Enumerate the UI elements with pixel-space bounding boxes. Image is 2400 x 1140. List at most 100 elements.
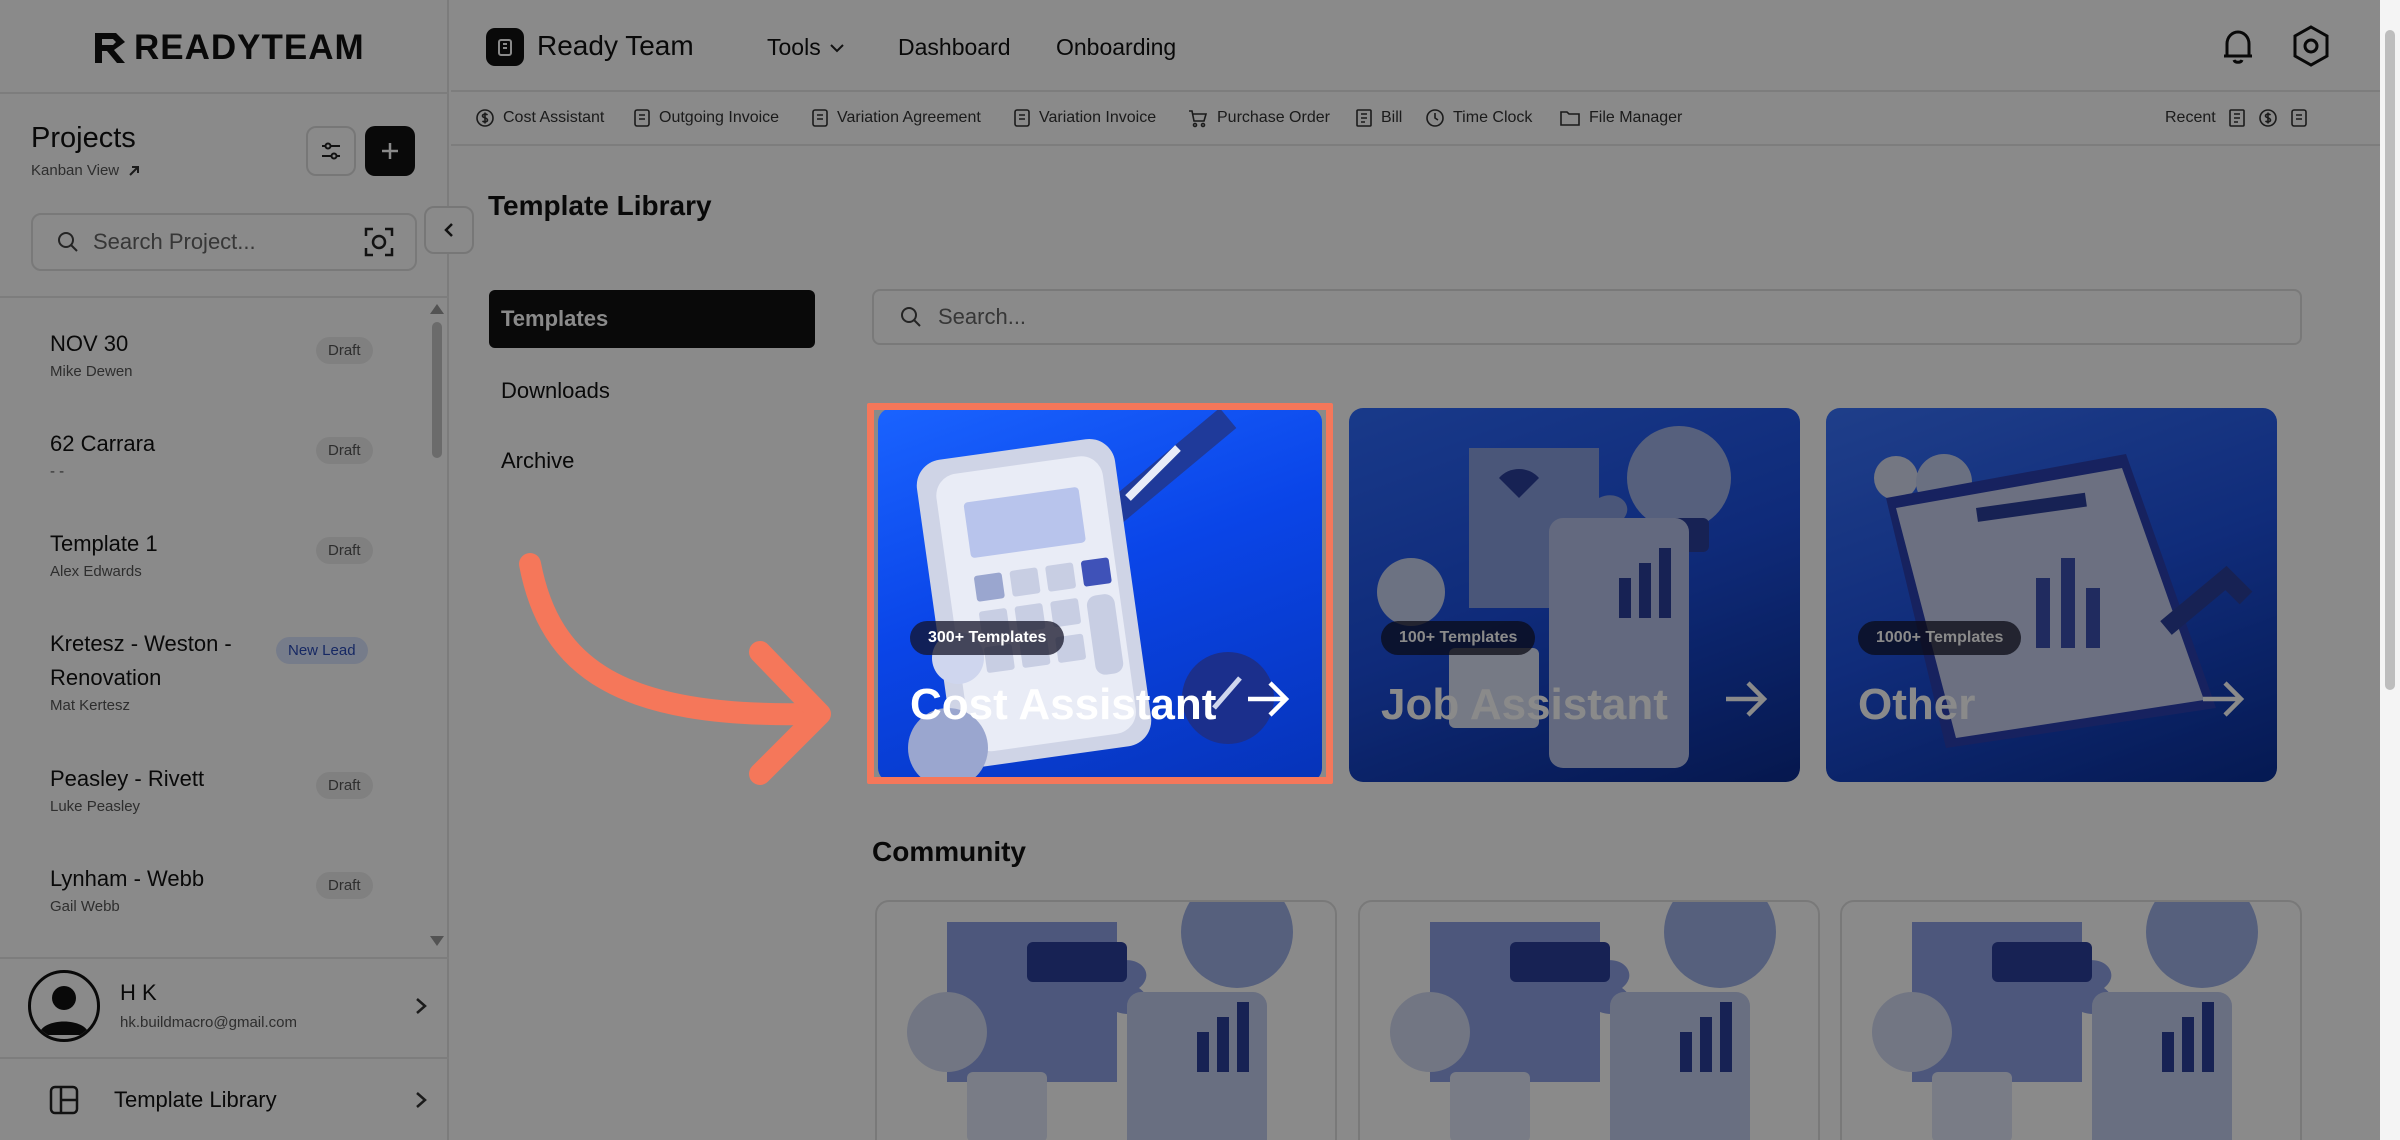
quick-cost-assistant[interactable]: Cost Assistant	[475, 108, 604, 128]
filter-button[interactable]	[306, 126, 356, 176]
divider	[0, 92, 449, 94]
readyteam-logo-icon	[95, 33, 125, 63]
clock-icon	[1426, 109, 1444, 127]
cart-icon	[1189, 110, 1208, 128]
user-name: H K	[120, 980, 157, 1005]
recent-label: Recent	[2165, 109, 2216, 126]
quick-variation-invoice[interactable]: Variation Invoice	[1013, 108, 1156, 128]
tab-templates[interactable]: Templates	[489, 290, 815, 348]
quick-access-bar: Cost Assistant Outgoing Invoice Variatio…	[451, 94, 2400, 146]
search-placeholder: Search Project...	[93, 229, 256, 254]
template-count-badge: 1000+ Templates	[1858, 621, 2022, 655]
project-name: Kretesz - Weston - Renovation	[50, 631, 232, 690]
annotation-arrow-icon	[519, 553, 831, 785]
project-owner: Mike Dewen	[50, 363, 133, 380]
quick-time-clock[interactable]: Time Clock	[1425, 108, 1532, 128]
kanban-view-label: Kanban View	[31, 162, 120, 179]
divider	[0, 957, 449, 959]
quick-bill[interactable]: Bill	[1355, 108, 1402, 128]
sliders-icon	[322, 142, 340, 160]
tab-downloads[interactable]: Downloads	[489, 362, 815, 420]
status-badge: Draft	[316, 537, 373, 564]
page-scrollbar[interactable]	[2380, 0, 2400, 1140]
divider	[0, 296, 449, 298]
app-name: Ready Team	[537, 30, 694, 61]
page-scroll-thumb[interactable]	[2385, 30, 2395, 690]
scroll-thumb[interactable]	[432, 322, 442, 458]
page-title: Template Library	[488, 190, 712, 221]
tab-archive[interactable]: Archive	[489, 432, 815, 490]
quick-outgoing-invoice[interactable]: Outgoing Invoice	[633, 108, 779, 128]
add-project-button[interactable]	[365, 126, 415, 176]
project-owner: Alex Edwards	[50, 563, 142, 580]
arrow-right-icon	[2203, 681, 2245, 717]
quick-file-manager[interactable]: File Manager	[1559, 108, 1682, 128]
puzzle-illustration-icon	[1390, 902, 1776, 1140]
status-badge: Draft	[316, 337, 373, 364]
project-list-scrollbar[interactable]	[430, 300, 444, 950]
quick-variation-agreement[interactable]: Variation Agreement	[811, 108, 981, 128]
quick-label: Variation Invoice	[1039, 109, 1157, 126]
project-owner: - -	[50, 463, 65, 480]
template-search-input[interactable]: Search...	[872, 289, 2302, 345]
category-card-other[interactable]: 1000+ Templates Other	[1826, 408, 2277, 782]
settings-gear-icon[interactable]	[2291, 24, 2331, 68]
recent-dollar-icon[interactable]	[2258, 108, 2278, 128]
status-badge: Draft	[316, 437, 373, 464]
project-search-input[interactable]: Search Project...	[31, 213, 417, 271]
building-icon	[498, 39, 512, 56]
project-item-kretesz-weston[interactable]: Kretesz - Weston - Renovation Mat Kertes…	[50, 627, 270, 714]
category-card-job-assistant[interactable]: 100+ Templates Job Assistant	[1349, 408, 1800, 782]
community-title: Community	[872, 836, 1026, 867]
app-icon	[486, 28, 524, 66]
scan-icon[interactable]	[363, 226, 395, 258]
project-owner: Gail Webb	[50, 898, 120, 915]
nav-tools[interactable]: Tools	[767, 34, 845, 61]
quick-label: Time Clock	[1453, 109, 1533, 126]
scroll-down-icon[interactable]	[430, 936, 444, 946]
dollar-circle-icon	[476, 109, 494, 127]
user-icon	[39, 986, 89, 1035]
invoice-icon	[634, 109, 650, 127]
invoice-icon	[1014, 109, 1030, 127]
community-template-card[interactable]	[1840, 900, 2302, 1140]
nav-onboarding[interactable]: Onboarding	[1056, 34, 1176, 61]
quick-label: Outgoing Invoice	[659, 109, 780, 126]
status-badge: New Lead	[276, 637, 368, 664]
quick-purchase-order[interactable]: Purchase Order	[1187, 108, 1330, 128]
folder-icon	[1560, 111, 1580, 126]
kanban-view-link[interactable]: Kanban View	[31, 162, 141, 179]
chevron-left-icon	[444, 223, 453, 237]
projects-title: Projects	[31, 122, 136, 154]
project-list: NOV 30 Mike Dewen Draft 62 Carrara - - D…	[0, 305, 430, 950]
quick-label: Variation Agreement	[837, 109, 981, 126]
quick-label: File Manager	[1589, 109, 1683, 126]
project-owner: Luke Peasley	[50, 798, 141, 815]
external-arrow-icon	[129, 165, 140, 176]
collapse-sidebar-button[interactable]	[424, 206, 474, 254]
card-title: Other	[1858, 680, 1976, 729]
recent-bill-icon[interactable]	[2228, 108, 2246, 128]
recent-items: Recent	[2165, 108, 2308, 128]
avatar	[28, 970, 100, 1042]
user-profile[interactable]: H K hk.buildmacro@gmail.com	[28, 968, 428, 1044]
scroll-up-icon[interactable]	[430, 304, 444, 314]
quick-label: Bill	[1381, 109, 1403, 126]
invoice-icon	[812, 109, 828, 127]
quick-label: Cost Assistant	[503, 109, 605, 126]
community-template-card[interactable]	[875, 900, 1337, 1140]
brand-logo[interactable]: READYTEAM	[92, 26, 365, 70]
search-icon	[58, 232, 78, 252]
quick-label: Purchase Order	[1217, 109, 1330, 126]
status-badge: Draft	[316, 872, 373, 899]
notification-bell-icon[interactable]	[2220, 26, 2256, 66]
card-title: Job Assistant	[1381, 680, 1668, 729]
bill-icon	[1356, 109, 1372, 127]
chevron-down-icon	[829, 43, 844, 52]
recent-invoice-icon[interactable]	[2290, 108, 2308, 128]
template-library-link[interactable]: Template Library	[48, 1080, 428, 1120]
nav-dashboard[interactable]: Dashboard	[898, 34, 1011, 61]
search-icon	[901, 307, 921, 327]
community-template-card[interactable]	[1358, 900, 1820, 1140]
top-navigation: Ready Team Tools Dashboard Onboarding	[451, 0, 2400, 92]
